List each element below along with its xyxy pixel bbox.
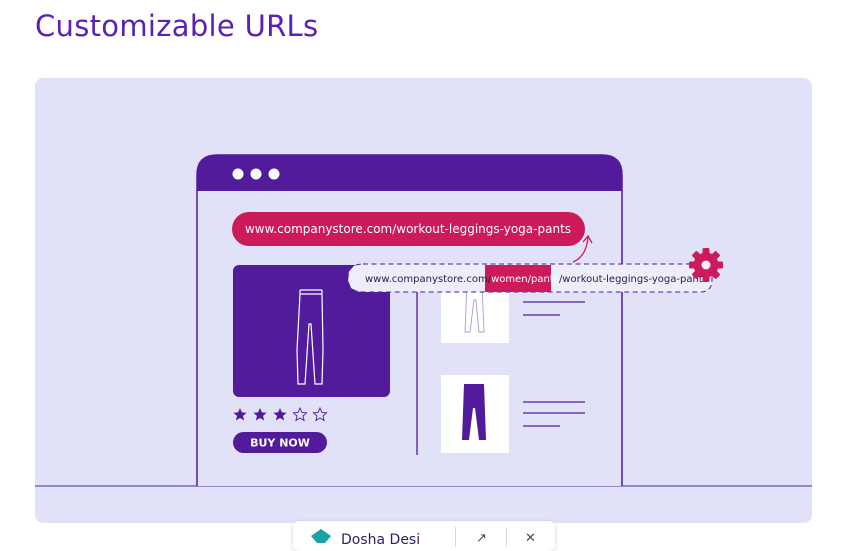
toolbar-divider	[506, 527, 507, 547]
custom-url-bar: www.companystore.com/women/pants/workout…	[347, 263, 713, 293]
illustration-svg: www.companystore.com/workout-leggings-yo…	[35, 154, 812, 487]
buy-now-button[interactable]: BUY NOW	[233, 432, 327, 453]
custom-url-text: www.companystore.com/women/pants/workout…	[365, 274, 708, 285]
gear-icon	[689, 248, 723, 282]
url-illustration: www.companystore.com/workout-leggings-yo…	[35, 78, 812, 523]
window-dot-icon	[250, 168, 262, 180]
window-dot-icon	[232, 168, 244, 180]
page-title: Customizable URLs	[35, 9, 319, 43]
original-url-bar: www.companystore.com/workout-leggings-yo…	[232, 212, 585, 246]
toolbar-brand[interactable]: Dosha Desi	[341, 532, 420, 548]
original-url-text: www.companystore.com/workout-leggings-yo…	[245, 222, 571, 236]
floating-toolbar: Dosha Desi ↗ ✕	[293, 521, 555, 551]
app-logo-icon	[311, 529, 331, 543]
window-dot-icon	[268, 168, 280, 180]
buy-now-label: BUY NOW	[250, 437, 310, 450]
toolbar-divider	[455, 527, 456, 547]
